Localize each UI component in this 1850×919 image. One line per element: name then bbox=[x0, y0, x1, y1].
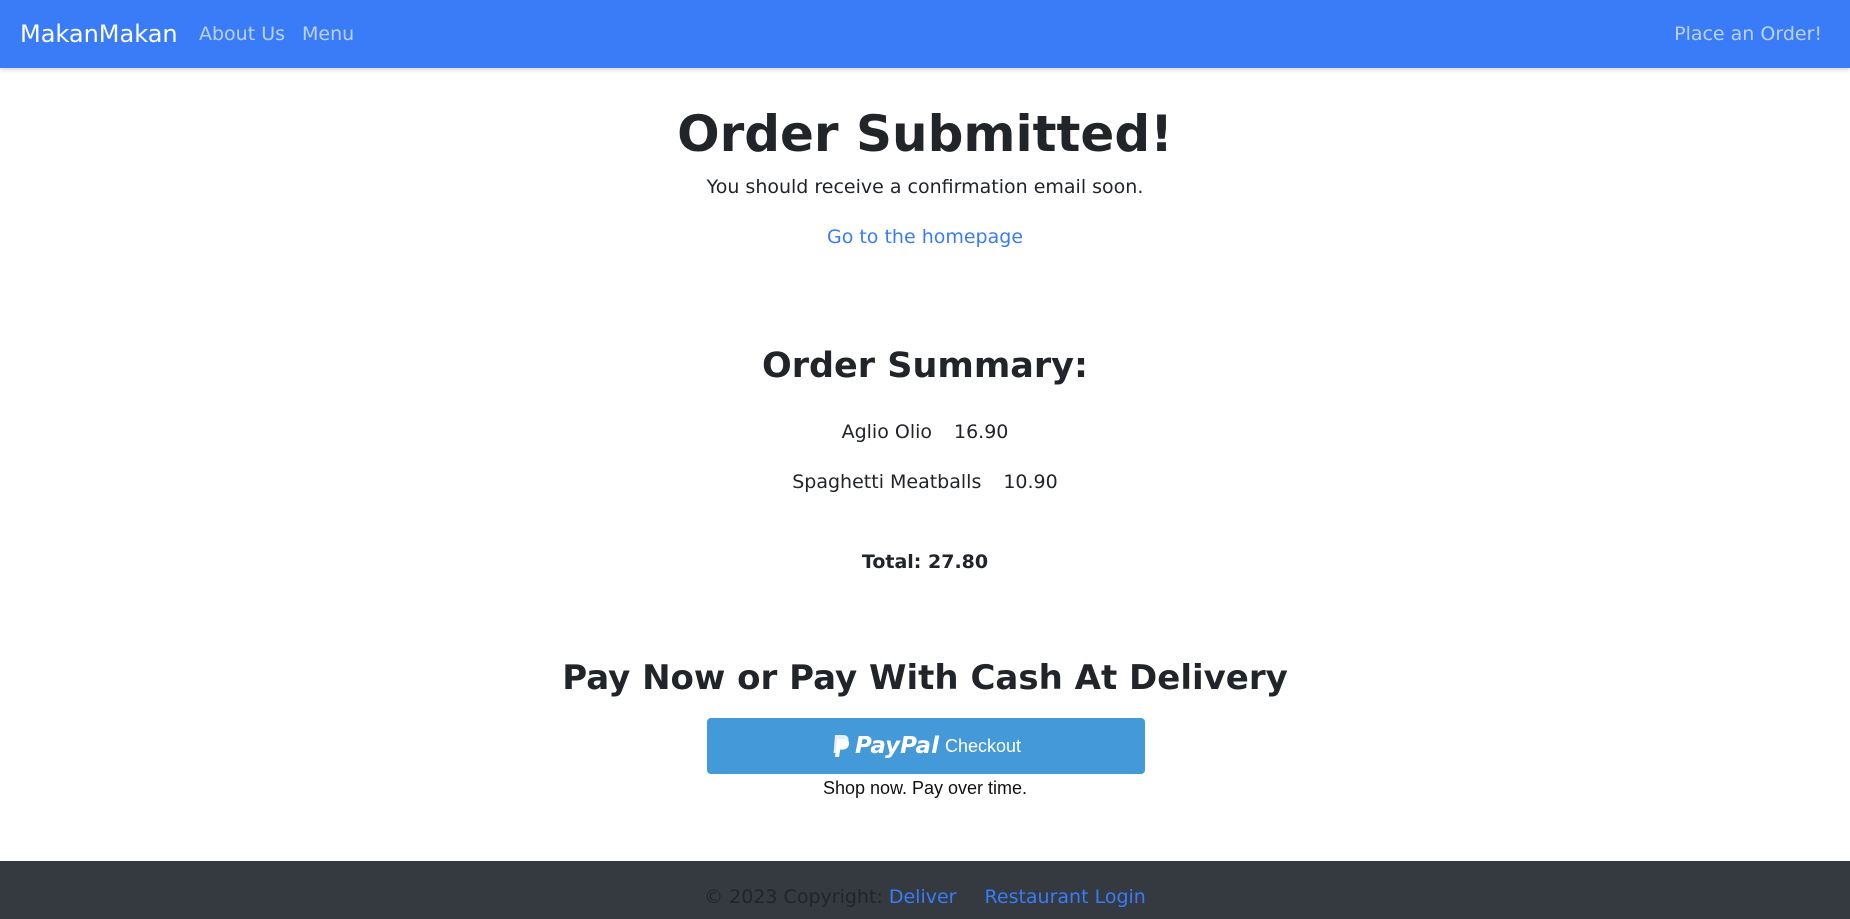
footer: © 2023 Copyright: Deliver Restaurant Log… bbox=[0, 861, 1850, 919]
payment-title: Pay Now or Pay With Cash At Delivery bbox=[562, 658, 1288, 698]
order-total: Total: 27.80 bbox=[861, 551, 989, 573]
paypal-checkout-button[interactable]: PayPal Checkout bbox=[707, 718, 1145, 774]
confirmation-message: You should receive a confirmation email … bbox=[706, 176, 1144, 198]
order-item-name: Spaghetti Meatballs bbox=[792, 471, 982, 493]
navbar: MakanMakan About Us Menu Place an Order! bbox=[0, 0, 1850, 68]
page-title: Order Submitted! bbox=[677, 105, 1173, 163]
order-summary-title: Order Summary: bbox=[761, 346, 1088, 386]
footer-link-restaurant-login[interactable]: Restaurant Login bbox=[985, 886, 1146, 908]
nav-link-menu[interactable]: Menu bbox=[302, 22, 354, 46]
order-item: Aglio Olio 16.90 bbox=[0, 420, 1850, 444]
order-item-price: 10.90 bbox=[1003, 471, 1058, 493]
paypal-brand-text: PayPal bbox=[854, 733, 939, 759]
homepage-link[interactable]: Go to the homepage bbox=[0, 225, 1850, 249]
brand-link[interactable]: MakanMakan bbox=[20, 19, 178, 49]
order-item: Spaghetti Meatballs 10.90 bbox=[0, 470, 1850, 494]
nav-link-place-order[interactable]: Place an Order! bbox=[1674, 22, 1822, 46]
copyright-text: © 2023 Copyright: bbox=[704, 886, 883, 908]
footer-link-deliver[interactable]: Deliver bbox=[889, 886, 957, 908]
paypal-tagline: Shop now. Pay over time. bbox=[822, 778, 1028, 798]
main-content: Order Submitted! You should receive a co… bbox=[0, 68, 1850, 861]
paypal-logo-icon bbox=[831, 734, 851, 758]
order-item-name: Aglio Olio bbox=[841, 421, 932, 443]
order-item-price: 16.90 bbox=[954, 421, 1009, 443]
paypal-checkout-label: Checkout bbox=[944, 735, 1022, 756]
footer-content: © 2023 Copyright: Deliver Restaurant Log… bbox=[0, 885, 1850, 909]
nav-link-about-us[interactable]: About Us bbox=[199, 22, 285, 46]
